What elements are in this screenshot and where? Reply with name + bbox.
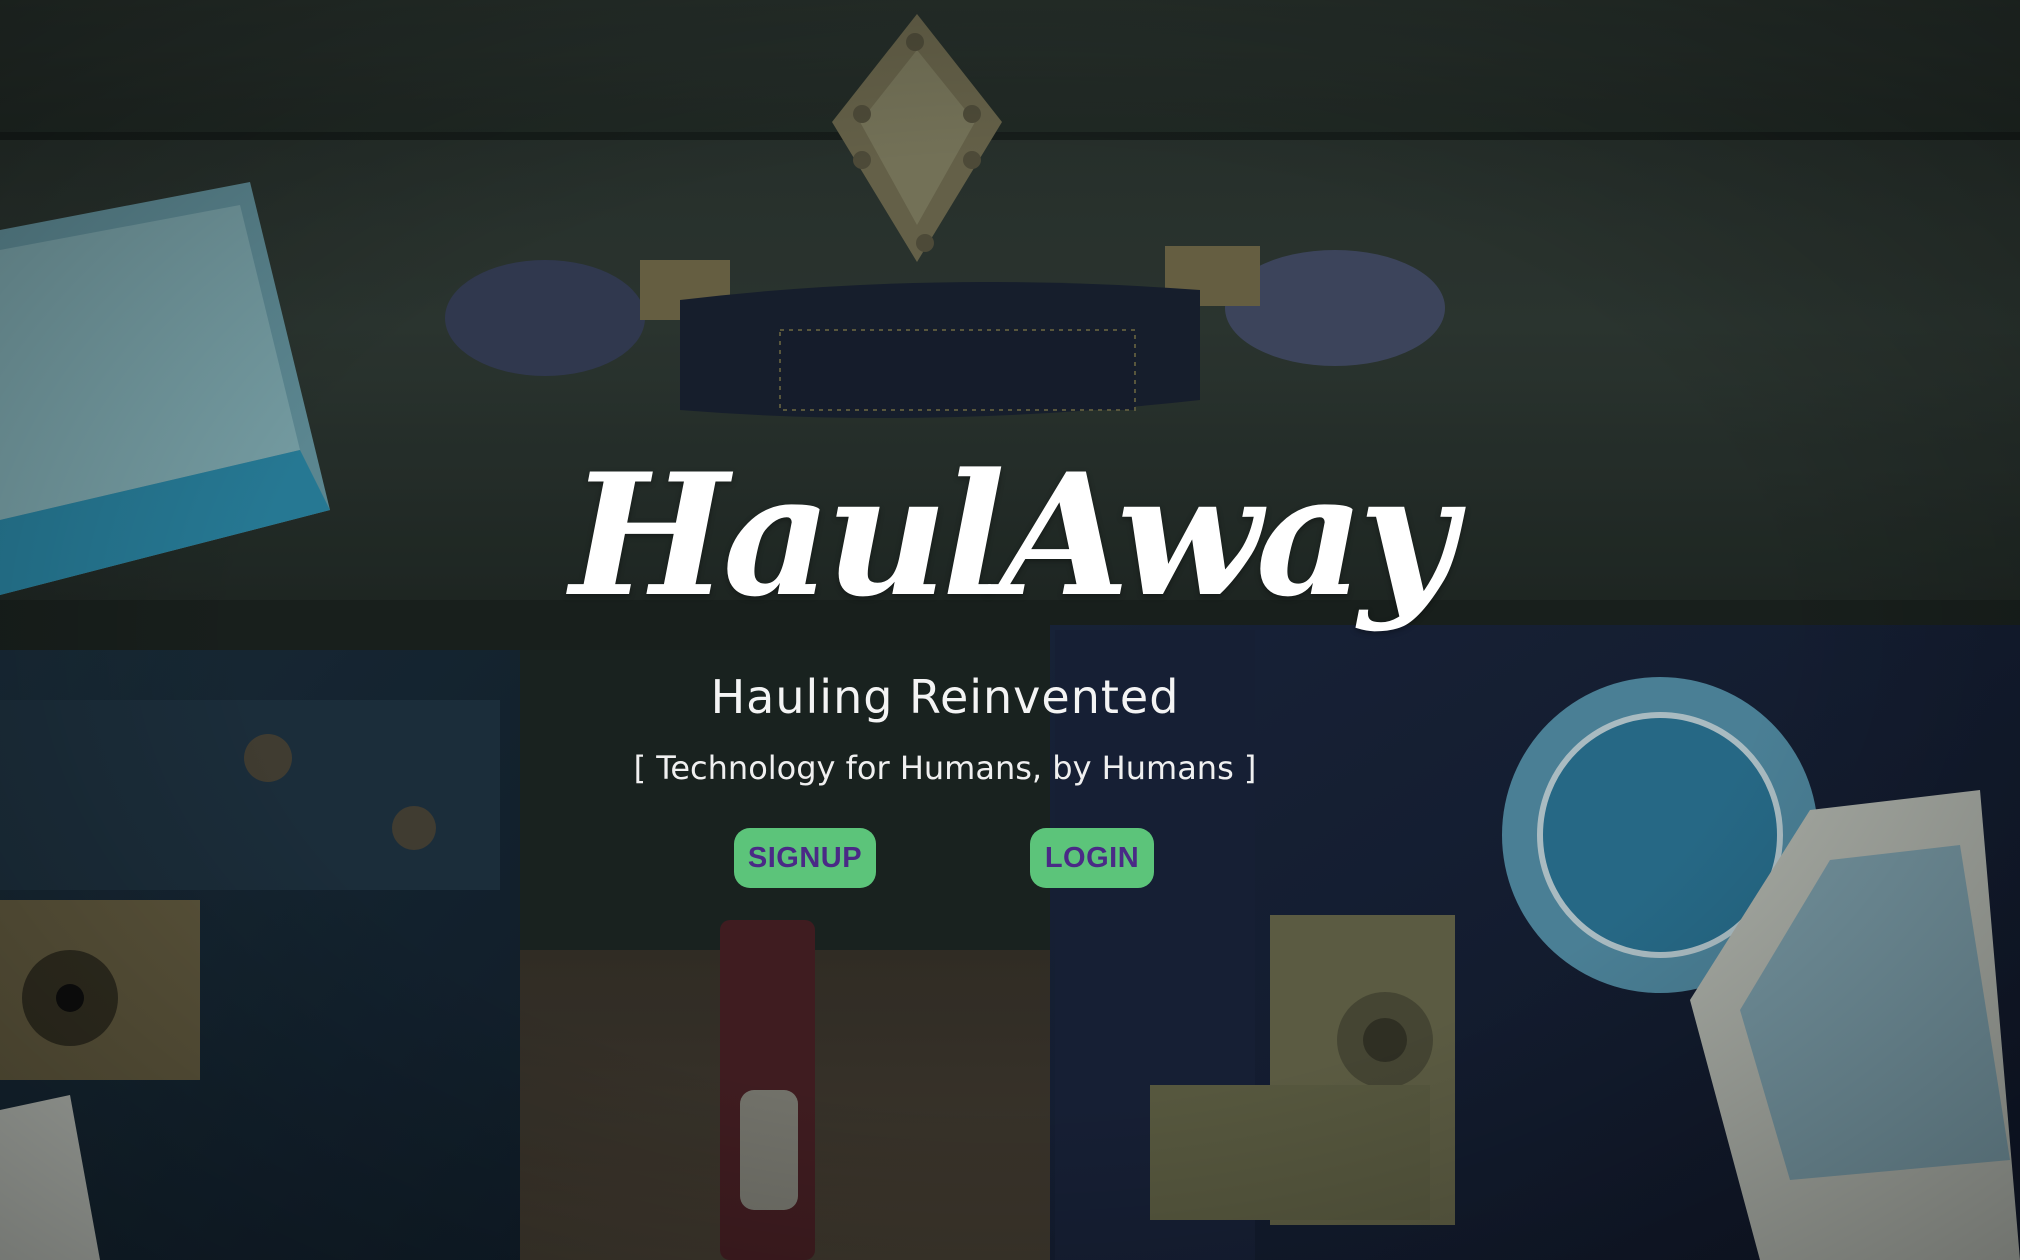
login-button[interactable]: LOGIN	[1030, 828, 1154, 888]
hero-subtagline: [ Technology for Humans, by Humans ]	[633, 749, 1257, 787]
brand-logo: HaulAway	[570, 430, 1456, 680]
brand-logo-text: HaulAway	[570, 436, 1456, 634]
signup-button[interactable]: SIGNUP	[734, 828, 876, 888]
landing-page: HaulAway Hauling Reinvented [ Technology…	[0, 0, 2020, 1260]
hero-tagline: Hauling Reinvented	[710, 670, 1180, 724]
hero-section: HaulAway Hauling Reinvented [ Technology…	[0, 0, 2020, 1260]
